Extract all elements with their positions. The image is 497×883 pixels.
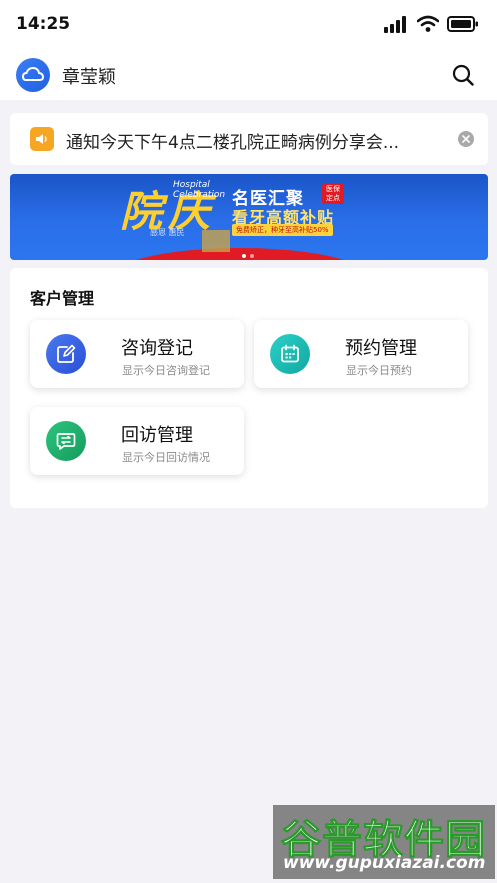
chat-exchange-icon bbox=[46, 421, 86, 461]
cloud-logo-icon bbox=[22, 66, 44, 81]
battery-icon bbox=[447, 16, 478, 32]
avatar[interactable] bbox=[16, 58, 50, 92]
section-title: 客户管理 bbox=[30, 289, 95, 308]
app-header: 章莹颖 bbox=[0, 50, 497, 100]
customer-management-card: 客户管理 咨询登记 显示今日咨询登记 预约管理 显示今日预约 回访管理 显示今日… bbox=[10, 268, 488, 508]
search-button[interactable] bbox=[449, 61, 477, 89]
watermark-url: www.gupuxiazai.com bbox=[283, 853, 486, 873]
banner-title-en-2: Celebration bbox=[173, 190, 226, 200]
watermark: 谷普软件园 www.gupuxiazai.com bbox=[273, 805, 495, 879]
notice-text: 通知今天下午4点二楼孔院正畸病例分享会... bbox=[66, 133, 400, 153]
tile-consult-register[interactable]: 咨询登记 显示今日咨询登记 bbox=[30, 320, 244, 388]
banner-title-en-1: Hospital bbox=[173, 180, 210, 190]
tile-follow-up-management[interactable]: 回访管理 显示今日回访情况 bbox=[30, 407, 244, 475]
notice-close-button[interactable] bbox=[458, 131, 474, 147]
user-name: 章莹颖 bbox=[62, 67, 116, 88]
tile-label: 回访管理 bbox=[121, 425, 193, 446]
banner-dot[interactable] bbox=[242, 254, 246, 258]
banner-badge-line-1: 医保 bbox=[326, 185, 340, 193]
tile-label: 预约管理 bbox=[345, 338, 417, 359]
banner-pagination bbox=[242, 254, 254, 258]
banner-badge-line-2: 定点 bbox=[326, 194, 340, 202]
banner-badge: 医保 定点 bbox=[322, 184, 344, 204]
banner-tagline: 免费矫正，种牙至高补贴50% bbox=[232, 224, 333, 236]
tile-label: 咨询登记 bbox=[121, 338, 193, 359]
status-time: 14:25 bbox=[16, 14, 71, 34]
banner-dot[interactable] bbox=[250, 254, 254, 258]
banner-buildings-image bbox=[202, 230, 230, 252]
promo-banner[interactable]: 院庆 Hospital Celebration 感恩 惠民 名医汇聚 医保 定点… bbox=[10, 174, 488, 260]
banner-title-en: Hospital Celebration bbox=[173, 180, 225, 200]
search-icon bbox=[452, 64, 474, 86]
signal-icon bbox=[384, 16, 406, 33]
notice-bar[interactable]: 通知今天下午4点二楼孔院正畸病例分享会... bbox=[10, 113, 488, 165]
tile-desc: 显示今日预约 bbox=[346, 364, 412, 377]
close-icon bbox=[462, 135, 470, 143]
speaker-icon bbox=[30, 127, 54, 151]
status-icons bbox=[383, 14, 479, 34]
calendar-icon bbox=[270, 334, 310, 374]
tile-appointment-management[interactable]: 预约管理 显示今日预约 bbox=[254, 320, 468, 388]
tile-desc: 显示今日回访情况 bbox=[122, 451, 210, 464]
banner-slogan: 感恩 惠民 bbox=[150, 228, 185, 237]
status-bar: 14:25 bbox=[0, 0, 497, 50]
tile-desc: 显示今日咨询登记 bbox=[122, 364, 210, 377]
edit-icon bbox=[46, 334, 86, 374]
banner-decoration bbox=[110, 248, 370, 260]
wifi-icon bbox=[417, 15, 439, 32]
